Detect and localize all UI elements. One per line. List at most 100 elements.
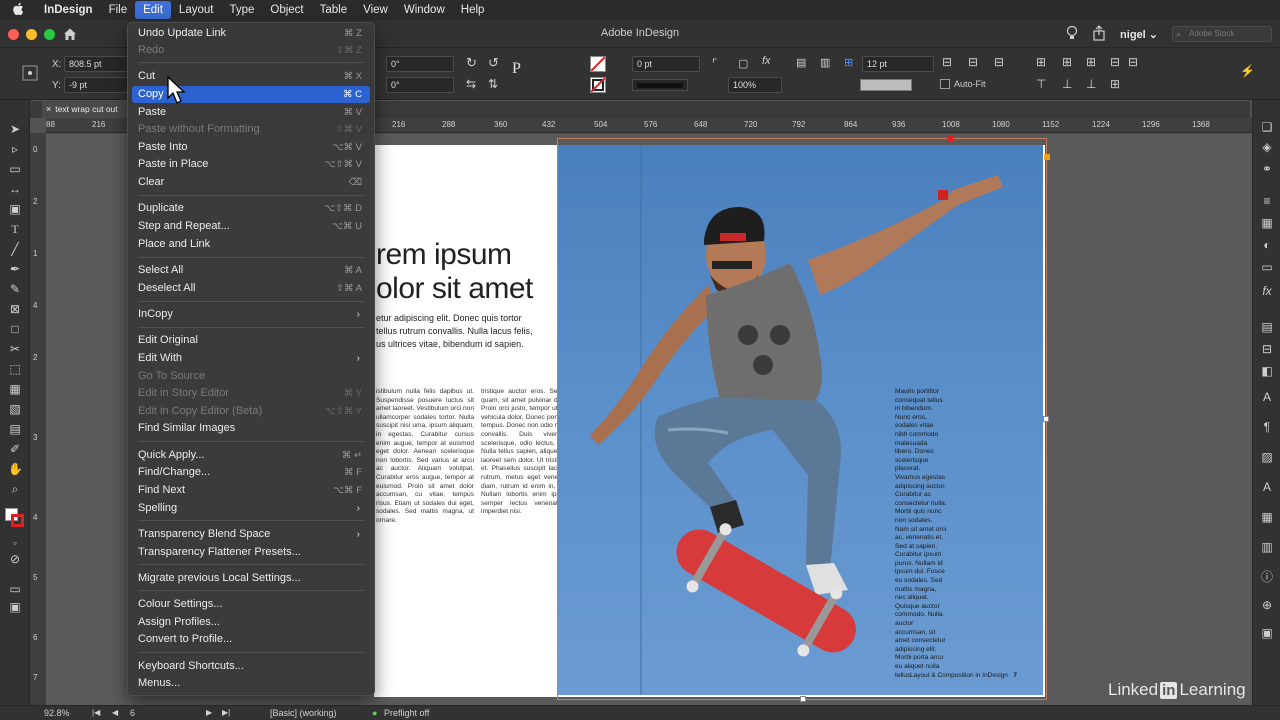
menu-app-indesign[interactable]: InDesign — [36, 0, 101, 20]
swatches-panel-icon[interactable]: ▦ — [1260, 216, 1274, 230]
free-transform-tool-icon[interactable]: ⬚ — [8, 362, 22, 376]
direct-selection-tool-icon[interactable]: ▹ — [8, 142, 22, 156]
properties-panel-icon[interactable]: ▣ — [1260, 626, 1274, 640]
gradient-feather-tool-icon[interactable]: ▧ — [8, 402, 22, 416]
page-number-field[interactable]: 6 — [130, 708, 135, 718]
flip-vertical-icon[interactable]: ⇅ — [488, 77, 498, 91]
shear-angle-field[interactable]: 0° — [386, 77, 454, 93]
menu-item-quick-apply[interactable]: Quick Apply... ⌘ ↵ — [132, 447, 370, 464]
align-right-icon[interactable]: ⊟ — [994, 55, 1004, 69]
gradient-panel-icon[interactable]: ▭ — [1260, 260, 1274, 274]
first-page-icon[interactable]: |◀ — [92, 708, 100, 717]
menu-item-select-all[interactable]: Select All ⌘ A — [132, 262, 370, 279]
flip-horizontal-icon[interactable]: ⇆ — [466, 77, 476, 91]
drop-shadow-icon[interactable]: ▢ — [738, 57, 748, 70]
screen-mode-icon[interactable]: ▣ — [8, 600, 22, 614]
menu-view[interactable]: View — [355, 0, 396, 20]
rectangle-tool-icon[interactable]: □ — [8, 322, 22, 336]
distribute-bottom-icon[interactable]: ⊞ — [1086, 55, 1096, 69]
menu-item-spelling[interactable]: Spelling › — [132, 500, 370, 517]
note-tool-icon[interactable]: ▤ — [8, 422, 22, 436]
menu-item-step-and-repeat[interactable]: Step and Repeat... ⌥⌘ U — [132, 218, 370, 235]
fill-stroke-swatches[interactable] — [5, 508, 25, 528]
content-collector-icon[interactable]: ▣ — [8, 202, 22, 216]
quick-actions-icon[interactable]: ⚡ — [1240, 64, 1255, 78]
prev-page-icon[interactable]: ◀ — [112, 708, 118, 717]
menu-object[interactable]: Object — [262, 0, 311, 20]
type-tool-icon[interactable]: T — [8, 222, 22, 236]
menu-table[interactable]: Table — [312, 0, 356, 20]
paragraph-panel-icon[interactable]: ¶ — [1260, 420, 1274, 434]
menu-item-transparency-blend-space[interactable]: Transparency Blend Space › — [132, 526, 370, 543]
user-menu[interactable]: nigel ⌄ — [1120, 28, 1158, 41]
align-bottom-icon[interactable]: ⊥ — [1086, 77, 1096, 91]
auto-fit-checkbox[interactable] — [940, 79, 950, 89]
x-position-field[interactable]: 808.5 pt — [64, 56, 128, 72]
menu-item-place-and-link[interactable]: Place and Link — [132, 236, 370, 253]
stroke-type-select[interactable] — [632, 79, 688, 91]
rotate-ccw-icon[interactable]: ↺ — [488, 55, 499, 71]
table-panel-icon[interactable]: ▦ — [1260, 510, 1274, 524]
apple-icon[interactable] — [0, 2, 36, 19]
lightbulb-icon[interactable] — [1066, 25, 1078, 44]
opacity-field[interactable]: 100% — [728, 77, 782, 93]
distribute-top-icon[interactable]: ⊞ — [1036, 55, 1046, 69]
pen-tool-icon[interactable]: ✒ — [8, 262, 22, 276]
menu-item-undo[interactable]: Undo Update Link ⌘ Z — [132, 25, 370, 42]
adobe-stock-search[interactable]: ⌕ Adobe Stock — [1172, 26, 1272, 42]
zoom-tool-icon[interactable]: ⌕ — [8, 482, 22, 496]
menu-item-deselect-all[interactable]: Deselect All ⇧⌘ A — [132, 280, 370, 297]
menu-item-incopy[interactable]: InCopy › — [132, 306, 370, 323]
rectangle-frame-tool-icon[interactable]: ⊠ — [8, 302, 22, 316]
corner-options-icon[interactable]: ⌜ — [712, 57, 717, 70]
formatting-affects-container-icon[interactable]: ▫ — [8, 536, 22, 550]
menu-type[interactable]: Type — [221, 0, 262, 20]
links-panel-icon[interactable]: ⚭ — [1260, 162, 1274, 176]
navigator-panel-icon[interactable]: ⊕ — [1260, 598, 1274, 612]
selection-handle-bottom[interactable] — [800, 696, 806, 702]
page-tool-icon[interactable]: ▭ — [8, 162, 22, 176]
menu-item-paste-in-place[interactable]: Paste in Place ⌥⇧⌘ V — [132, 156, 370, 173]
share-icon[interactable] — [1092, 24, 1106, 44]
distribute-center-icon[interactable]: ⊞ — [1062, 55, 1072, 69]
apply-none-icon[interactable]: ⊘ — [8, 552, 22, 566]
text-wrap-panel-icon[interactable]: ▤ — [1260, 320, 1274, 334]
selection-tool-icon[interactable]: ➤ — [8, 122, 22, 136]
out-port-handle[interactable] — [1044, 154, 1050, 160]
pathfinder-panel-icon[interactable]: ◧ — [1260, 364, 1274, 378]
distribute-horizontal-icon[interactable]: ⊟ — [1110, 55, 1120, 69]
stroke-weight-field[interactable]: 0 pt — [632, 56, 700, 72]
stroke-swatch[interactable] — [590, 77, 606, 93]
view-mode-icon[interactable]: ▭ — [8, 582, 22, 596]
document-style-status[interactable]: [Basic] (working) — [270, 708, 337, 718]
distribute-vertical-icon[interactable]: ⊟ — [1128, 55, 1138, 69]
preflight-status-icon[interactable]: ● — [372, 708, 377, 718]
document-tab[interactable]: × text wrap cut out — [42, 101, 128, 118]
menu-item-edit-original[interactable]: Edit Original — [132, 332, 370, 349]
rotation-angle-field[interactable]: 0° — [386, 56, 454, 72]
align-middle-icon[interactable]: ⊥ — [1062, 77, 1072, 91]
effects-panel-icon[interactable]: fx — [1260, 284, 1274, 298]
cc-libraries-panel-icon[interactable]: ▥ — [1260, 540, 1274, 554]
menu-item-clear[interactable]: Clear ⌫ — [132, 174, 370, 191]
menu-edit[interactable]: Edit — [135, 1, 171, 19]
menu-item-convert-to-profile[interactable]: Convert to Profile... — [132, 631, 370, 648]
menu-item-paste-without-formatting[interactable]: Paste without Formatting ⇧⌘ V — [132, 121, 370, 138]
fill-swatch[interactable] — [590, 56, 606, 72]
preflight-status[interactable]: Preflight off — [384, 708, 429, 718]
y-position-field[interactable]: -9 pt — [64, 77, 128, 93]
hand-tool-icon[interactable]: ✋ — [8, 462, 23, 476]
vertical-ruler[interactable]: 0 2 1 4 2 3 4 5 6 7 — [30, 133, 46, 705]
menu-item-paste-into[interactable]: Paste Into ⌥⌘ V — [132, 139, 370, 156]
menu-item-go-to-source[interactable]: Go To Source — [132, 368, 370, 385]
text-wrap-icon[interactable]: ▤ — [796, 56, 806, 69]
selection-handle-top[interactable] — [947, 135, 953, 141]
gradient-swatch-tool-icon[interactable]: ▦ — [8, 382, 22, 396]
rotate-cw-icon[interactable]: ↻ — [466, 55, 477, 71]
pages-panel-icon[interactable]: ❏ — [1260, 120, 1274, 134]
menu-window[interactable]: Window — [396, 0, 453, 20]
selection-handle-right[interactable] — [1043, 416, 1049, 422]
line-tool-icon[interactable]: ╱ — [8, 242, 22, 256]
menu-item-find-next[interactable]: Find Next ⌥⌘ F — [132, 482, 370, 499]
gutter-field[interactable]: 12 pt — [862, 56, 934, 72]
